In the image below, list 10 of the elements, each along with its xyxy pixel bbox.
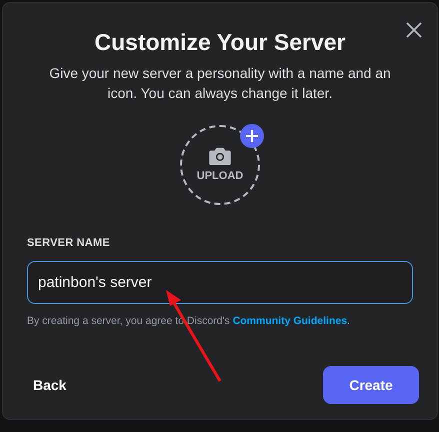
dialog-title: Customize Your Server (94, 28, 346, 57)
back-button[interactable]: Back (21, 366, 78, 404)
create-button[interactable]: Create (323, 366, 419, 404)
dialog-subtitle: Give your new server a personality with a name and an icon. You can always change it later. (48, 64, 392, 103)
plus-icon (240, 124, 264, 148)
guidelines-link[interactable]: Community Guidelines (232, 314, 348, 326)
camera-icon (209, 147, 231, 166)
field-label: SERVER NAME (27, 236, 111, 251)
close-icon[interactable] (405, 21, 423, 39)
server-name-field[interactable]: patinbon's server (27, 260, 413, 304)
